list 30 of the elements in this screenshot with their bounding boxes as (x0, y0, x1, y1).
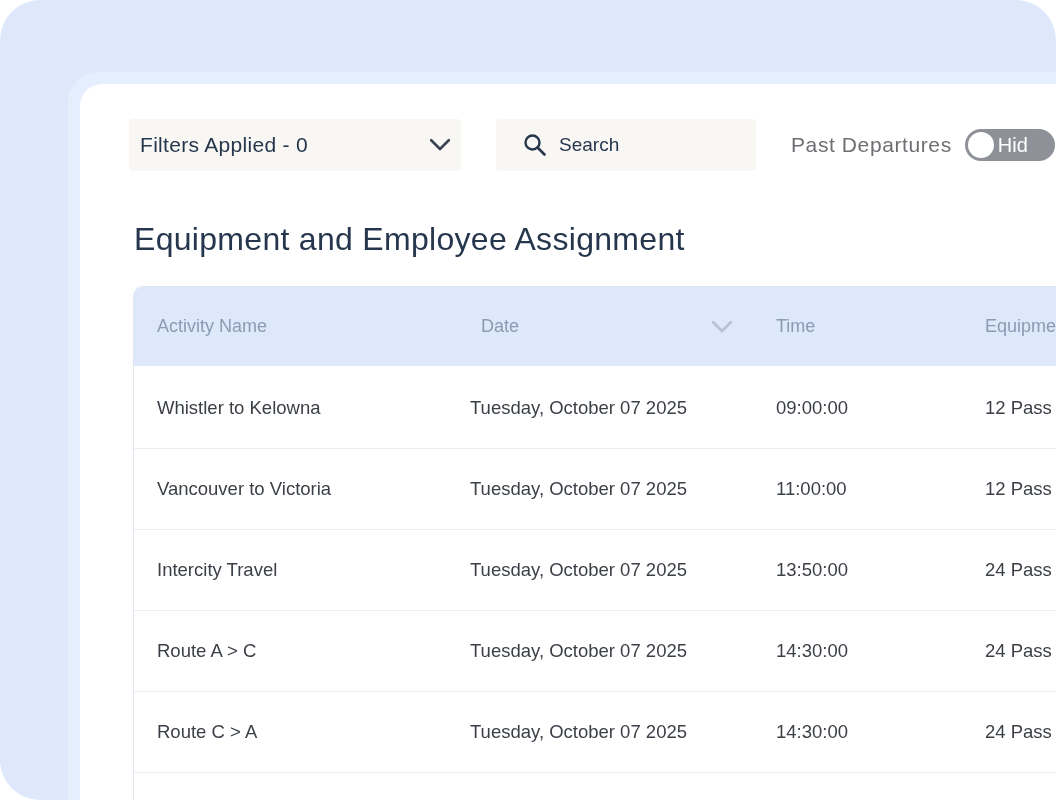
toggle-label: Past Departures (791, 133, 952, 157)
table-cell: 14:30:00 (753, 692, 962, 773)
column-header: Date (481, 316, 520, 337)
table-cell: 14:30:00 (753, 611, 962, 692)
table-cell: 11:00:00 (753, 449, 962, 530)
table-cell: 24 Pass (962, 530, 1056, 611)
table-cell: Route C > A (134, 692, 447, 773)
column-header: Activity Name (157, 316, 268, 337)
column-header: Time (776, 316, 816, 337)
table-cell: 13:50:00 (753, 530, 962, 611)
table-cell: Intercity Travel (134, 530, 447, 611)
table-cell: Tuesday, October 07 2025 (447, 530, 753, 611)
chevron-down-icon (711, 319, 733, 334)
page-title: Equipment and Employee Assignment (134, 220, 686, 259)
filters-dropdown[interactable]: Filters Applied - 0 (129, 119, 461, 171)
table-cell: Tuesday, October 07 2025 (447, 368, 753, 449)
table-cell: Tuesday, October 07 2025 (447, 692, 753, 773)
table-cell: Route A > C (134, 611, 447, 692)
table-cell: Whistler to Kelowna (134, 368, 447, 449)
table-cell: 12 Pass (962, 368, 1056, 449)
table-cell: Vancouver to Victoria (134, 449, 447, 530)
table-cell: 24 Pass (962, 611, 1056, 692)
chevron-down-icon (429, 138, 451, 152)
search-field[interactable]: Search (496, 119, 756, 171)
table-cell: 09:00:00 (753, 368, 962, 449)
table-cell: 12 Pass (962, 449, 1056, 530)
table-cell: Tuesday, October 07 2025 (447, 449, 753, 530)
table-cell: Tuesday, October 07 2025 (447, 611, 753, 692)
table-cell: 24 Pass (962, 692, 1056, 773)
column-header: Equipme (985, 316, 1056, 337)
